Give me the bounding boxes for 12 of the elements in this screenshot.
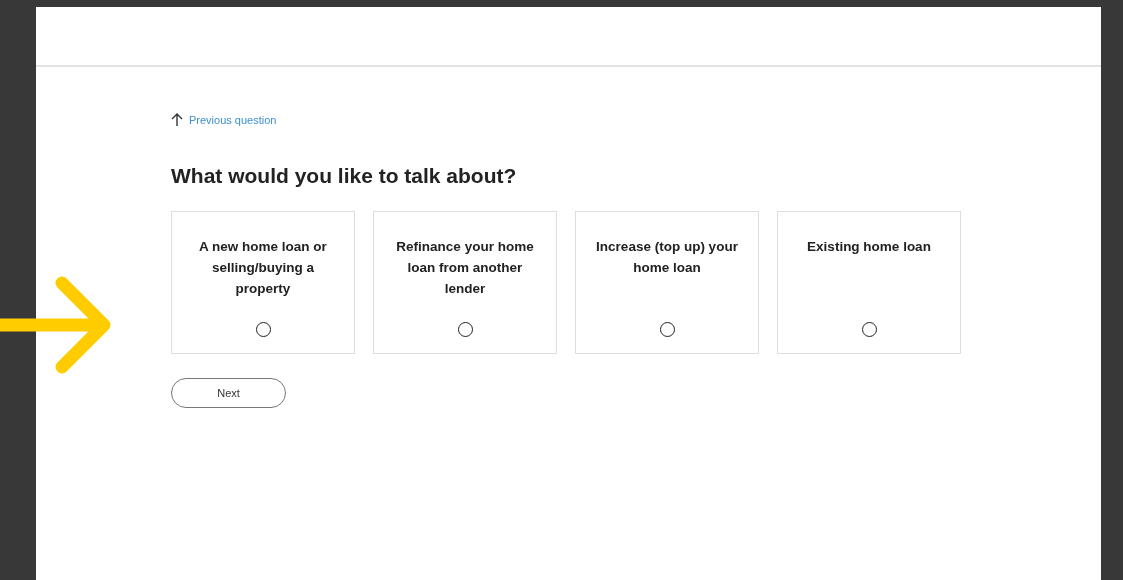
- option-label: Refinance your home loan from another lender: [395, 238, 535, 298]
- option-label: Existing home loan: [806, 238, 932, 256]
- option-card[interactable]: A new home loan or selling/buying a property: [171, 211, 355, 354]
- option-card[interactable]: Increase (top up) your home loan: [575, 211, 759, 354]
- option-card[interactable]: Refinance your home loan from another lender: [373, 211, 557, 354]
- option-card[interactable]: Existing home loan: [777, 211, 961, 354]
- option-label: Increase (top up) your home loan: [595, 238, 739, 277]
- up-arrow-icon: [171, 112, 183, 127]
- question-heading: What would you like to talk about?: [171, 163, 518, 189]
- next-button[interactable]: Next: [171, 378, 286, 408]
- previous-question-link[interactable]: Previous question: [171, 112, 1101, 127]
- option-label: A new home loan or selling/buying a property: [198, 238, 328, 298]
